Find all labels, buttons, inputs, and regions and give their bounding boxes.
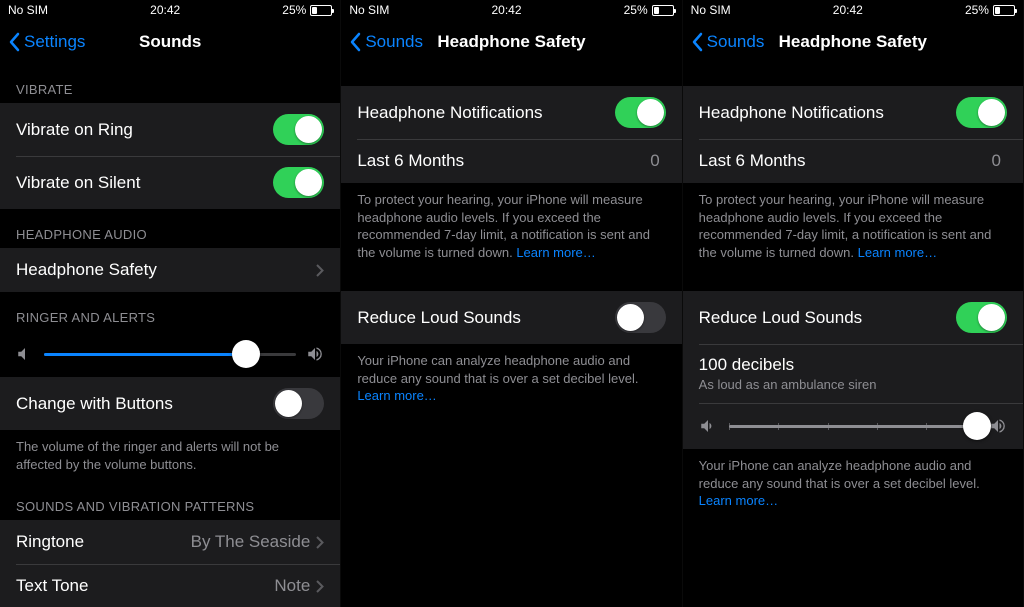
back-button[interactable]: Sounds [691,32,765,52]
back-label: Settings [24,32,85,52]
status-battery-pct: 25% [282,3,306,17]
chevron-right-icon [316,536,324,549]
label-vibrate-ring: Vibrate on Ring [16,120,133,140]
status-carrier: No SIM [691,3,731,17]
label-vibrate-silent: Vibrate on Silent [16,173,140,193]
footer-protect: To protect your hearing, your iPhone wil… [341,183,681,269]
status-battery-pct: 25% [965,3,989,17]
label-texttone: Text Tone [16,576,88,596]
footer-protect-text: To protect your hearing, your iPhone wil… [699,192,992,260]
sub-decibels: As loud as an ambulance siren [699,377,877,392]
label-change-buttons: Change with Buttons [16,394,173,414]
back-label: Sounds [365,32,423,52]
cell-reduce[interactable]: Reduce Loud Sounds [341,291,681,344]
chevron-left-icon [8,32,20,52]
cell-texttone[interactable]: Text Tone Note [0,564,340,607]
status-time: 20:42 [833,3,863,17]
status-bar: No SIM 20:42 25% [0,0,340,20]
pane-sounds: No SIM 20:42 25% Settings Sounds Vibrate… [0,0,341,607]
cell-vibrate-silent[interactable]: Vibrate on Silent [0,156,340,209]
cell-change-buttons[interactable]: Change with Buttons [0,377,340,430]
status-battery-pct: 25% [624,3,648,17]
cell-notifications[interactable]: Headphone Notifications [341,86,681,139]
nav-bar: Sounds Headphone Safety [341,20,681,64]
back-button[interactable]: Sounds [349,32,423,52]
learn-more-link[interactable]: Learn more… [858,245,937,260]
cell-decibels: 100 decibels As loud as an ambulance sir… [683,344,1023,403]
label-decibels: 100 decibels [699,355,794,375]
label-ringtone: Ringtone [16,532,84,552]
status-carrier: No SIM [349,3,389,17]
section-header-vibrate: Vibrate [0,64,340,103]
label-last6: Last 6 Months [357,151,464,171]
learn-more-link[interactable]: Learn more… [516,245,595,260]
cell-headphone-safety[interactable]: Headphone Safety [0,248,340,292]
battery-icon [310,5,332,16]
status-time: 20:42 [491,3,521,17]
learn-more-link[interactable]: Learn more… [357,388,436,403]
pane-headphone-safety-off: No SIM 20:42 25% Sounds Headphone Safety… [341,0,682,607]
status-time: 20:42 [150,3,180,17]
status-carrier: No SIM [8,3,48,17]
label-headphone-safety: Headphone Safety [16,260,157,280]
cell-vibrate-ring[interactable]: Vibrate on Ring [0,103,340,156]
toggle-vibrate-ring[interactable] [273,114,324,145]
page-title: Headphone Safety [437,32,585,52]
volume-low-icon [16,345,34,363]
ringer-slider[interactable] [44,353,296,356]
volume-high-icon [989,417,1007,435]
section-header-ringer: Ringer and Alerts [0,292,340,331]
battery-icon [993,5,1015,16]
back-label: Sounds [707,32,765,52]
cell-last6[interactable]: Last 6 Months 0 [341,139,681,183]
nav-bar: Settings Sounds [0,20,340,64]
toggle-change-buttons[interactable] [273,388,324,419]
footer-reduce-text: Your iPhone can analyze headphone audio … [357,353,638,386]
toggle-reduce[interactable] [956,302,1007,333]
toggle-notifications[interactable] [615,97,666,128]
volume-high-icon [306,345,324,363]
nav-bar: Sounds Headphone Safety [683,20,1023,64]
section-header-headphone: Headphone Audio [0,209,340,248]
toggle-reduce[interactable] [615,302,666,333]
status-bar: No SIM 20:42 25% [683,0,1023,20]
toggle-vibrate-silent[interactable] [273,167,324,198]
decibel-slider[interactable] [729,425,977,428]
back-button[interactable]: Settings [8,32,85,52]
battery-icon [652,5,674,16]
value-last6: 0 [650,151,659,171]
chevron-left-icon [691,32,703,52]
footer-ringer: The volume of the ringer and alerts will… [0,430,340,481]
chevron-left-icon [349,32,361,52]
label-notifications: Headphone Notifications [357,103,542,123]
value-last6: 0 [992,151,1001,171]
pane-headphone-safety-on: No SIM 20:42 25% Sounds Headphone Safety… [683,0,1024,607]
footer-protect-text: To protect your hearing, your iPhone wil… [357,192,650,260]
footer-reduce-text: Your iPhone can analyze headphone audio … [699,458,980,491]
chevron-right-icon [316,580,324,593]
page-title: Sounds [139,32,201,52]
label-notifications: Headphone Notifications [699,103,884,123]
toggle-notifications[interactable] [956,97,1007,128]
section-header-patterns: Sounds and Vibration Patterns [0,481,340,520]
footer-reduce: Your iPhone can analyze headphone audio … [683,449,1023,518]
cell-ringtone[interactable]: Ringtone By The Seaside [0,520,340,564]
footer-reduce: Your iPhone can analyze headphone audio … [341,344,681,413]
status-bar: No SIM 20:42 25% [341,0,681,20]
learn-more-link[interactable]: Learn more… [699,493,778,508]
cell-notifications[interactable]: Headphone Notifications [683,86,1023,139]
chevron-right-icon [316,264,324,277]
label-last6: Last 6 Months [699,151,806,171]
ringer-slider-row [0,331,340,377]
volume-low-icon [699,417,717,435]
cell-reduce[interactable]: Reduce Loud Sounds [683,291,1023,344]
footer-protect: To protect your hearing, your iPhone wil… [683,183,1023,269]
label-reduce: Reduce Loud Sounds [699,308,863,328]
decibel-slider-row [683,403,1023,449]
cell-last6[interactable]: Last 6 Months 0 [683,139,1023,183]
label-reduce: Reduce Loud Sounds [357,308,521,328]
page-title: Headphone Safety [779,32,927,52]
value-texttone: Note [274,576,310,596]
value-ringtone: By The Seaside [191,532,311,552]
